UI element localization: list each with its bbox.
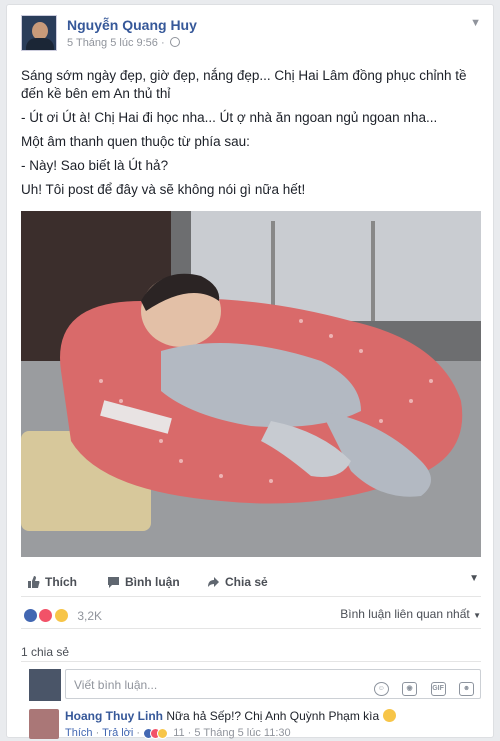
post-header: Nguyễn Quang Huy 5 Tháng 5 lúc 9:56 · ▼ <box>21 15 481 59</box>
comment-like-link[interactable]: Thích <box>65 727 93 739</box>
share-count[interactable]: 1 chia sẻ <box>21 645 69 659</box>
gif-icon[interactable]: GIF <box>430 682 446 696</box>
comment-composer: Viết bình luận... ☺ ◉ GIF ☻ <box>21 667 481 701</box>
comment-sort-dropdown[interactable]: Bình luận liên quan nhất ▼ <box>340 607 481 621</box>
emoji-icon[interactable]: ☺ <box>373 682 389 696</box>
post-card: Nguyễn Quang Huy 5 Tháng 5 lúc 9:56 · ▼ … <box>6 4 494 741</box>
like-button[interactable]: Thích <box>27 575 77 589</box>
comment-button[interactable]: Bình luận <box>107 575 180 589</box>
comment-reply-link[interactable]: Trả lời <box>102 727 133 739</box>
thumbs-up-icon <box>28 576 40 588</box>
author-avatar[interactable] <box>21 15 57 51</box>
comment-body: Hoang Thuy Linh Nữa hả Sếp!? Chị Anh Quỳ… <box>65 709 396 723</box>
share-button[interactable]: Chia sẻ <box>207 575 268 589</box>
globe-icon <box>169 37 180 47</box>
dropdown-icon[interactable]: ▼ <box>469 573 479 584</box>
post-photo[interactable] <box>21 211 481 557</box>
reaction-summary[interactable]: 3,2K <box>23 607 102 625</box>
commenter-avatar[interactable] <box>29 709 59 739</box>
chevron-down-icon[interactable]: ▼ <box>470 17 481 29</box>
comment-footer: Thích · Trả lời · 11 · 5 Tháng 5 lúc 11:… <box>65 727 291 739</box>
comment-placeholder: Viết bình luận... <box>74 678 158 692</box>
grin-emoji-icon <box>382 709 396 722</box>
haha-reaction-icon <box>53 608 69 624</box>
commenter-name[interactable]: Hoang Thuy Linh <box>65 709 163 723</box>
post-paragraph: Một âm thanh quen thuộc từ phía sau: <box>21 134 250 149</box>
caret-icon: ▼ <box>473 611 481 620</box>
love-reaction-icon <box>38 608 54 624</box>
post-paragraph: - Út ơi Út à! Chị Hai đi học nha... Út ợ… <box>21 110 438 125</box>
like-reaction-icon <box>23 608 38 624</box>
comment-text: Nữa hả Sếp!? Chị Anh Quỳnh Phạm kìa <box>166 709 380 723</box>
comment-input[interactable]: Viết bình luận... ☺ ◉ GIF ☻ <box>65 669 481 699</box>
comment-icon <box>108 577 119 588</box>
post-actions: Thích Bình luận Chia sẻ ▼ <box>21 571 481 597</box>
haha-reaction-icon <box>157 727 169 739</box>
comment-time[interactable]: 5 Tháng 5 lúc 11:30 <box>194 727 290 739</box>
viewer-avatar <box>29 669 61 701</box>
camera-icon[interactable]: ◉ <box>402 682 418 696</box>
sticker-icon[interactable]: ☻ <box>459 682 474 696</box>
comment-item: Hoang Thuy Linh Nữa hả Sếp!? Chị Anh Quỳ… <box>21 707 481 741</box>
share-icon <box>208 577 219 587</box>
reaction-count: 3,2K <box>77 608 103 623</box>
post-paragraph: Uh! Tôi post để đây và sẽ không nói gì n… <box>21 182 306 197</box>
post-body: Sáng sớm ngày đẹp, giờ đẹp, nắng đẹp... … <box>21 67 481 205</box>
reactions-bar: 3,2K Bình luận liên quan nhất ▼ <box>21 603 481 629</box>
post-paragraph: - Này! Sao biết là Út hả? <box>21 158 169 173</box>
post-timestamp[interactable]: 5 Tháng 5 lúc 9:56 · <box>67 37 180 49</box>
author-name[interactable]: Nguyễn Quang Huy <box>67 17 197 33</box>
comment-reaction-count[interactable]: 11 <box>173 727 184 739</box>
post-paragraph: Sáng sớm ngày đẹp, giờ đẹp, nắng đẹp... … <box>21 68 467 101</box>
divider <box>21 661 481 662</box>
